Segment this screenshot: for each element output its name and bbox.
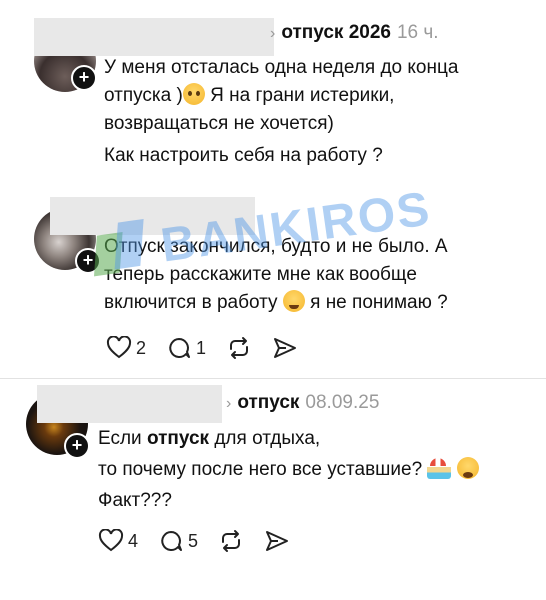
divider xyxy=(0,378,546,379)
follow-plus-icon[interactable]: + xyxy=(71,65,97,91)
comment-button[interactable]: 1 xyxy=(166,336,206,360)
timestamp: 16 ч. xyxy=(396,22,439,43)
like-count: 4 xyxy=(128,530,139,551)
timestamp: 08.09.25 xyxy=(305,392,380,413)
text-line: включится в работу я не понимаю ? xyxy=(104,290,448,313)
post-meta: › отпуск 2026 16 ч. xyxy=(270,22,439,44)
text-line: У меня отсталась одна неделя до конца xyxy=(104,57,459,78)
heart-icon xyxy=(98,529,124,552)
comment-icon xyxy=(161,531,183,551)
post-actions: 2 1 xyxy=(106,336,318,360)
text-line: Если отпуск для отдыха, xyxy=(98,428,321,449)
text-line: возвращаться не хочется) xyxy=(104,113,334,134)
text-line: Как настроить себя на работу ? xyxy=(104,145,383,166)
post-actions: 4 5 xyxy=(98,529,310,553)
text-line: то почему после него все уставшие? xyxy=(98,454,479,485)
follow-plus-icon[interactable]: + xyxy=(64,433,90,459)
comment-icon xyxy=(169,338,191,358)
redacted-username xyxy=(37,385,222,423)
share-button[interactable] xyxy=(272,336,298,360)
reply-count: 5 xyxy=(188,530,199,551)
post-meta: › отпуск 08.09.25 xyxy=(226,392,379,414)
beach-umbrella-emoji xyxy=(427,457,452,479)
share-icon xyxy=(266,531,289,551)
chevron-right-icon: › xyxy=(270,25,276,42)
text-line: Факт??? xyxy=(98,490,172,511)
comment-button[interactable]: 5 xyxy=(158,529,198,553)
watermark-logo-icon xyxy=(91,218,157,284)
topic-tag[interactable]: отпуск xyxy=(237,392,299,413)
heart-icon xyxy=(106,336,132,359)
repost-button[interactable] xyxy=(226,336,252,360)
text-line: отпуска ) Я на грани истерики, xyxy=(104,83,395,106)
share-button[interactable] xyxy=(264,529,290,553)
share-icon xyxy=(274,338,297,358)
pleading-face-emoji xyxy=(182,83,205,105)
post-text: У меня отсталась одна неделя до конца от… xyxy=(104,54,458,170)
post-text: Если отпуск для отдыха, то почему после … xyxy=(98,423,479,516)
repost-icon xyxy=(230,337,249,359)
laughing-face-emoji xyxy=(282,290,305,312)
like-count: 2 xyxy=(136,337,147,358)
repost-icon xyxy=(222,530,241,552)
yawning-face-emoji xyxy=(456,457,479,479)
repost-button[interactable] xyxy=(218,529,244,553)
redacted-username xyxy=(34,18,274,56)
chevron-right-icon: › xyxy=(226,395,232,412)
like-button[interactable]: 4 xyxy=(98,529,138,553)
like-button[interactable]: 2 xyxy=(106,336,146,360)
topic-tag[interactable]: отпуск 2026 xyxy=(281,22,391,43)
reply-count: 1 xyxy=(196,337,207,358)
